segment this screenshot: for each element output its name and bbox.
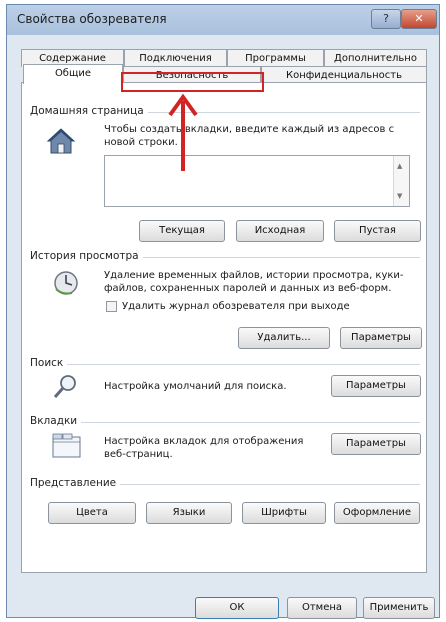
house-icon <box>46 128 76 154</box>
history-settings-button[interactable]: Параметры <box>340 327 422 349</box>
red-arrow-annotation <box>168 93 198 171</box>
use-default-button[interactable]: Исходная <box>236 220 324 242</box>
internet-options-window: Свойства обозревателя ? ✕ Содержание Под… <box>6 4 440 619</box>
magnifier-icon <box>53 375 76 398</box>
search-settings-button[interactable]: Параметры <box>331 375 421 397</box>
tab-general[interactable]: Общие <box>23 64 123 84</box>
close-button[interactable]: ✕ <box>401 9 437 29</box>
languages-button[interactable]: Языки <box>146 502 232 524</box>
help-button[interactable]: ? <box>371 9 401 29</box>
appearance-group-title: Представление <box>30 477 121 489</box>
use-current-button[interactable]: Текущая <box>139 220 225 242</box>
home-page-description: Чтобы создать вкладки, введите каждый из… <box>104 124 395 148</box>
security-tab-highlight <box>121 72 264 92</box>
history-description: Удаление временных файлов, истории просм… <box>104 270 404 294</box>
tabs-description: Настройка вкладок для отображения веб-ст… <box>104 436 304 460</box>
apply-button[interactable]: Применить <box>363 597 435 619</box>
tab-programs[interactable]: Программы <box>227 49 324 67</box>
history-group-title: История просмотра <box>30 250 143 262</box>
window-title: Свойства обозревателя <box>17 12 167 26</box>
accessibility-button[interactable]: Оформление <box>334 502 420 524</box>
search-group-title: Поиск <box>30 357 68 369</box>
tab-connections[interactable]: Подключения <box>124 49 227 67</box>
general-tab-panel: Домашняя страница Чтобы создать вкладки,… <box>21 82 427 573</box>
colors-button[interactable]: Цвета <box>48 502 136 524</box>
use-blank-button[interactable]: Пустая <box>334 220 421 242</box>
delete-history-on-exit-label: Удалить журнал обозревателя при выходе <box>122 301 350 312</box>
delete-history-on-exit-checkbox[interactable] <box>106 301 117 312</box>
scroll-up-icon[interactable]: ▲ <box>397 162 402 170</box>
tabs-window-icon <box>52 433 81 458</box>
tab-advanced[interactable]: Дополнительно <box>324 49 427 67</box>
search-divider <box>30 364 420 365</box>
home-page-group-title: Домашняя страница <box>30 105 148 117</box>
search-description: Настройка умолчаний для поиска. <box>104 381 287 392</box>
tabs-group-title: Вкладки <box>30 415 82 427</box>
tabs-settings-button[interactable]: Параметры <box>331 433 421 455</box>
cancel-button[interactable]: Отмена <box>287 597 357 619</box>
scroll-down-icon[interactable]: ▼ <box>397 192 402 200</box>
title-bar[interactable]: Свойства обозревателя ? ✕ <box>7 5 439 35</box>
ok-button[interactable]: ОК <box>195 597 279 619</box>
home-page-addresses-input[interactable]: ▲ ▼ <box>104 155 410 207</box>
delete-history-button[interactable]: Удалить... <box>238 327 330 349</box>
clock-history-icon <box>54 271 78 295</box>
tabs-divider <box>30 422 420 423</box>
home-page-scrollbar[interactable]: ▲ ▼ <box>393 156 409 206</box>
fonts-button[interactable]: Шрифты <box>242 502 326 524</box>
